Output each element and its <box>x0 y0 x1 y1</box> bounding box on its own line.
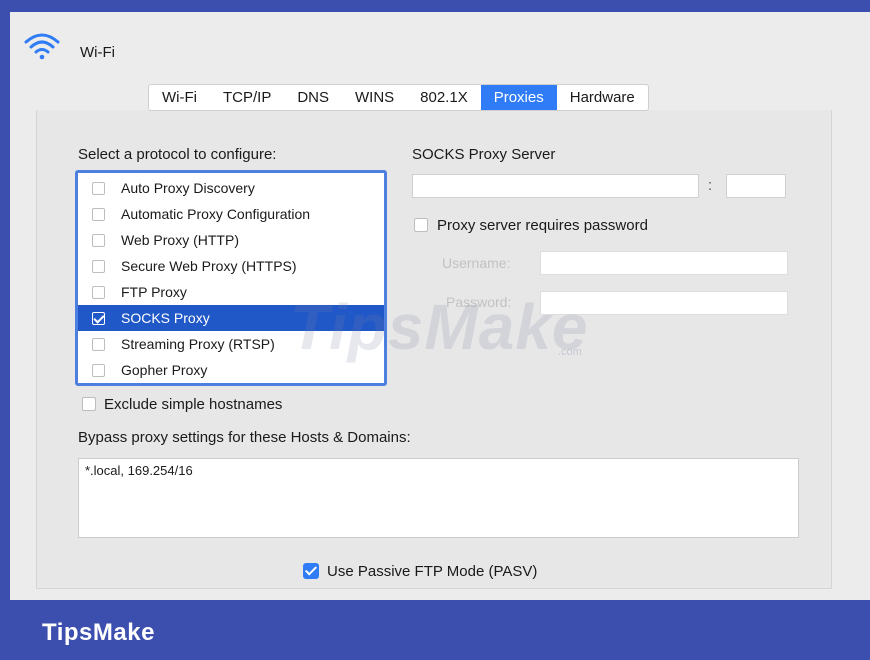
protocol-item-auto-proxy-discovery[interactable]: Auto Proxy Discovery <box>78 175 384 201</box>
socks-server-heading: SOCKS Proxy Server <box>412 146 556 163</box>
protocol-checkbox[interactable] <box>92 207 105 221</box>
requires-password-checkbox[interactable] <box>414 218 428 232</box>
protocol-item-web-proxy-http[interactable]: Web Proxy (HTTP) <box>78 227 384 253</box>
requires-password-label: Proxy server requires password <box>437 217 648 234</box>
tab-bar: Wi-Fi TCP/IP DNS WINS 802.1X Proxies Har… <box>148 84 649 111</box>
protocol-checkbox[interactable] <box>92 181 105 195</box>
bypass-label: Bypass proxy settings for these Hosts & … <box>78 429 411 446</box>
protocol-checkbox[interactable] <box>92 311 105 325</box>
exclude-simple-hostnames-checkbox[interactable] <box>82 397 96 411</box>
protocol-label: Web Proxy (HTTP) <box>121 232 239 248</box>
protocol-label: Gopher Proxy <box>121 362 208 378</box>
protocol-checkbox[interactable] <box>92 363 105 377</box>
protocol-label: Automatic Proxy Configuration <box>121 206 311 222</box>
protocol-list[interactable]: Auto Proxy Discovery Automatic Proxy Con… <box>75 170 387 386</box>
protocol-item-streaming-proxy-rtsp[interactable]: Streaming Proxy (RTSP) <box>78 331 384 357</box>
passive-ftp-label: Use Passive FTP Mode (PASV) <box>327 563 538 580</box>
footer-brand: TipsMake <box>42 619 155 646</box>
protocol-item-automatic-proxy-configuration[interactable]: Automatic Proxy Configuration <box>78 201 384 227</box>
window-title: Wi-Fi <box>80 44 115 61</box>
protocol-item-socks-proxy[interactable]: SOCKS Proxy <box>78 305 384 331</box>
protocol-item-ftp-proxy[interactable]: FTP Proxy <box>78 279 384 305</box>
proxy-port-field[interactable] <box>726 174 786 198</box>
protocol-label: Auto Proxy Discovery <box>121 180 255 196</box>
protocol-label: Streaming Proxy (RTSP) <box>121 336 275 352</box>
protocol-label: SOCKS Proxy <box>121 310 210 326</box>
proxy-host-field[interactable] <box>412 174 699 198</box>
tab-wifi[interactable]: Wi-Fi <box>149 85 210 110</box>
exclude-simple-hostnames-label: Exclude simple hostnames <box>104 396 283 413</box>
bypass-hosts-textarea[interactable]: *.local, 169.254/16 <box>78 458 799 538</box>
password-label: Password: <box>446 294 512 310</box>
protocol-checkbox[interactable] <box>92 285 105 299</box>
protocol-checkbox[interactable] <box>92 337 105 351</box>
tab-proxies[interactable]: Proxies <box>480 85 557 110</box>
username-label: Username: <box>442 255 511 271</box>
protocol-label: FTP Proxy <box>121 284 187 300</box>
protocol-checkbox[interactable] <box>92 233 105 247</box>
tab-8021x[interactable]: 802.1X <box>407 85 481 110</box>
password-field[interactable] <box>540 291 788 315</box>
tab-wins[interactable]: WINS <box>342 85 407 110</box>
username-field[interactable] <box>540 251 788 275</box>
port-separator: : <box>708 177 713 194</box>
protocol-checkbox[interactable] <box>92 259 105 273</box>
protocol-label: Secure Web Proxy (HTTPS) <box>121 258 297 274</box>
tab-tcpip[interactable]: TCP/IP <box>210 85 284 110</box>
wifi-icon <box>24 33 60 60</box>
tab-dns[interactable]: DNS <box>284 85 342 110</box>
passive-ftp-checkbox[interactable] <box>303 563 319 579</box>
tab-hardware[interactable]: Hardware <box>557 85 648 110</box>
protocol-item-gopher-proxy[interactable]: Gopher Proxy <box>78 357 384 383</box>
protocol-list-heading: Select a protocol to configure: <box>78 146 277 163</box>
protocol-item-secure-web-proxy-https[interactable]: Secure Web Proxy (HTTPS) <box>78 253 384 279</box>
